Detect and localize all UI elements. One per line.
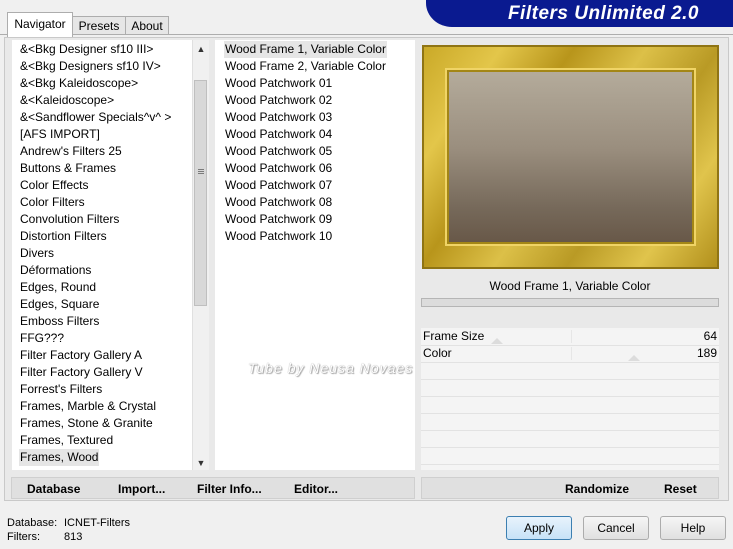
param-row[interactable]: Frame Size 64 xyxy=(421,328,719,346)
status-info: Database: ICNET-Filters Filters: 813 xyxy=(7,516,130,544)
selected-filter-name: Wood Frame 1, Variable Color xyxy=(489,279,651,293)
import-button[interactable]: Import... xyxy=(118,478,165,498)
category-item[interactable]: &<Bkg Kaleidoscope> xyxy=(19,75,139,92)
filter-list[interactable]: Wood Frame 1, Variable Color Wood Frame 2… xyxy=(215,40,415,470)
category-item[interactable]: Emboss Filters xyxy=(19,313,100,330)
param-label: Frame Size xyxy=(423,329,485,343)
grip-line xyxy=(198,173,204,174)
editor-button[interactable]: Editor... xyxy=(294,478,338,498)
param-label: Color xyxy=(423,346,452,360)
database-value: ICNET-Filters xyxy=(64,517,130,529)
filter-item[interactable]: Wood Patchwork 06 xyxy=(224,160,333,177)
grip-line xyxy=(198,171,204,172)
reset-button[interactable]: Reset xyxy=(664,478,697,498)
filters-label: Filters: xyxy=(7,531,40,543)
preview-inner-image xyxy=(449,72,692,242)
scroll-thumb[interactable] xyxy=(194,80,207,306)
filters-count: 813 xyxy=(64,531,83,543)
category-item[interactable]: &<Bkg Designer sf10 III> xyxy=(19,41,154,58)
scroll-up-arrow-icon[interactable]: ▲ xyxy=(196,44,206,54)
grip-line xyxy=(198,169,204,170)
param-slider-marker[interactable] xyxy=(491,338,503,344)
scroll-down-arrow-icon[interactable]: ▼ xyxy=(196,458,206,468)
category-item[interactable]: &<Kaleidoscope> xyxy=(19,92,115,109)
category-item[interactable]: Color Effects xyxy=(19,177,89,194)
left-toolbar: Database Import... Filter Info... Editor… xyxy=(11,477,415,499)
preview-scrollbar[interactable] xyxy=(421,298,719,307)
param-slider-marker[interactable] xyxy=(628,355,641,361)
right-toolbar: Randomize Reset xyxy=(421,477,719,499)
category-item[interactable]: Divers xyxy=(19,245,55,262)
param-value[interactable]: 189 xyxy=(697,345,717,362)
param-row-empty xyxy=(421,379,719,397)
category-item[interactable]: Edges, Square xyxy=(19,296,100,313)
param-track xyxy=(571,347,572,360)
parameter-panel: Frame Size 64 Color 189 xyxy=(421,328,719,470)
filter-item[interactable]: Wood Patchwork 02 xyxy=(224,92,333,109)
filter-item[interactable]: Wood Patchwork 09 xyxy=(224,211,333,228)
category-item[interactable]: Déformations xyxy=(19,262,92,279)
param-track xyxy=(571,330,572,343)
tab-about[interactable]: About xyxy=(125,16,169,35)
filter-item[interactable]: Wood Patchwork 08 xyxy=(224,194,333,211)
database-button[interactable]: Database xyxy=(27,478,80,498)
category-item[interactable]: [AFS IMPORT] xyxy=(19,126,101,143)
category-item[interactable]: Buttons & Frames xyxy=(19,160,117,177)
filter-item[interactable]: Wood Patchwork 07 xyxy=(224,177,333,194)
category-item[interactable]: &<Bkg Designers sf10 IV> xyxy=(19,58,162,75)
filter-item[interactable]: Wood Frame 2, Variable Color xyxy=(224,58,387,75)
param-row-empty xyxy=(421,447,719,465)
category-item[interactable]: Convolution Filters xyxy=(19,211,120,228)
filter-item[interactable]: Wood Patchwork 10 xyxy=(224,228,333,245)
database-label: Database: xyxy=(7,517,58,529)
category-item[interactable]: Filter Factory Gallery A xyxy=(19,347,143,364)
help-button[interactable]: Help xyxy=(660,516,726,540)
randomize-button[interactable]: Randomize xyxy=(565,478,629,498)
category-scrollbar[interactable]: ▲ ▼ xyxy=(192,40,209,470)
tab-presets[interactable]: Presets xyxy=(72,16,126,35)
param-row[interactable]: Color 189 xyxy=(421,345,719,363)
category-item[interactable]: Andrew's Filters 25 xyxy=(19,143,123,160)
filter-item[interactable]: Wood Patchwork 01 xyxy=(224,75,333,92)
cancel-button[interactable]: Cancel xyxy=(583,516,649,540)
filter-item[interactable]: Wood Frame 1, Variable Color xyxy=(224,41,387,58)
category-item[interactable]: Frames, Stone & Granite xyxy=(19,415,154,432)
watermark-text: Tube by Neusa Novaes xyxy=(248,360,414,376)
app-title-banner: Filters Unlimited 2.0 xyxy=(426,0,733,27)
tab-navigator[interactable]: Navigator xyxy=(7,12,73,37)
category-item[interactable]: Filter Factory Gallery V xyxy=(19,364,144,381)
category-item[interactable]: Frames, Textured xyxy=(19,432,114,449)
category-item[interactable]: Forrest's Filters xyxy=(19,381,103,398)
param-row-empty xyxy=(421,430,719,448)
filter-item[interactable]: Wood Patchwork 04 xyxy=(224,126,333,143)
param-row-empty xyxy=(421,396,719,414)
param-row-empty xyxy=(421,413,719,431)
category-list[interactable]: &<Bkg Designer sf10 III> &<Bkg Designers … xyxy=(12,40,208,470)
category-item[interactable]: Color Filters xyxy=(19,194,86,211)
apply-button[interactable]: Apply xyxy=(506,516,572,540)
filter-item[interactable]: Wood Patchwork 05 xyxy=(224,143,333,160)
category-item[interactable]: Edges, Round xyxy=(19,279,97,296)
filter-item[interactable]: Wood Patchwork 03 xyxy=(224,109,333,126)
filter-info-button[interactable]: Filter Info... xyxy=(197,478,262,498)
category-item[interactable]: FFG??? xyxy=(19,330,65,347)
param-row-empty xyxy=(421,362,719,380)
param-value[interactable]: 64 xyxy=(704,328,717,345)
category-item[interactable]: &<Sandflower Specials^v^ > xyxy=(19,109,172,126)
tab-divider xyxy=(0,34,733,35)
category-item[interactable]: Frames, Wood xyxy=(19,449,100,466)
category-item[interactable]: Frames, Marble & Crystal xyxy=(19,398,157,415)
category-item[interactable]: Distortion Filters xyxy=(19,228,108,245)
